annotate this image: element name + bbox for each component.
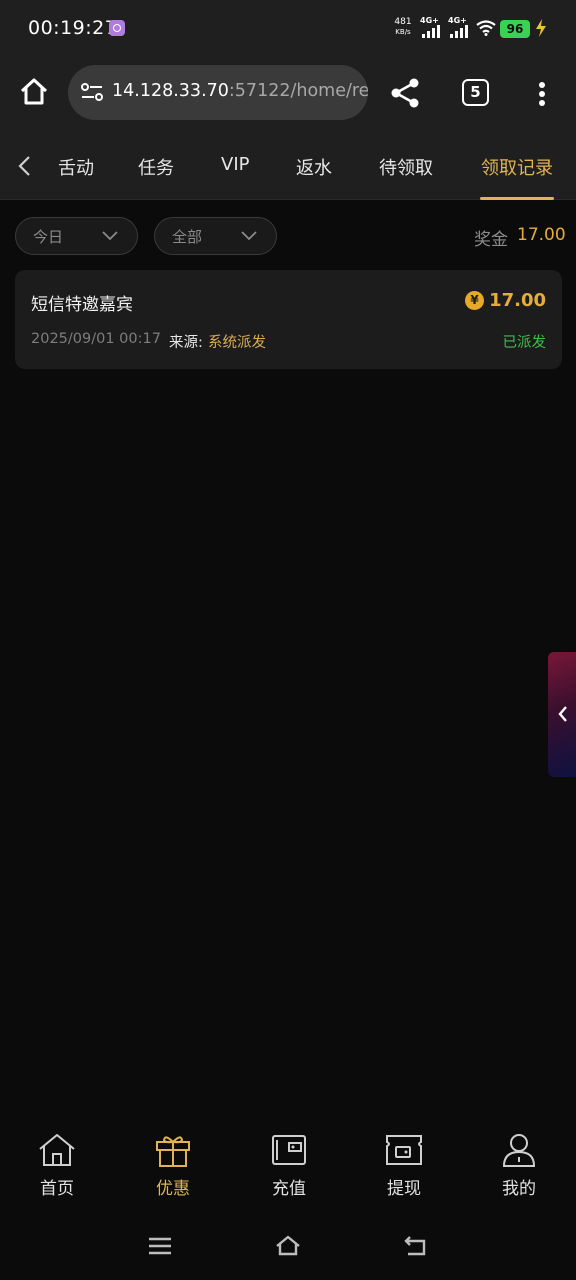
network-speed-value: 481: [394, 17, 412, 27]
bonus-total-value: 17.00: [517, 225, 566, 245]
record-title: 短信特邀嘉宾: [31, 295, 133, 315]
nav-home-label: 首页: [40, 1179, 74, 1199]
tab-claim-records[interactable]: 领取记录: [481, 154, 553, 180]
nav-promotions[interactable]: 优惠: [133, 1132, 213, 1202]
tab-tasks[interactable]: 任务: [138, 154, 174, 180]
system-navigation-bar: [0, 1210, 576, 1280]
browser-toolbar: 14.128.33.70:57122/home/reco 5: [0, 58, 576, 136]
url-host: 14.128.33.70: [112, 81, 229, 101]
wallet-icon: [272, 1135, 306, 1165]
user-icon: [502, 1134, 536, 1167]
record-card: 短信特邀嘉宾 ¥ 17.00 2025/09/01 00:17 来源: 系统派发…: [15, 270, 562, 369]
back-arrow-icon[interactable]: [14, 154, 36, 178]
signal-2-icon: 4G+: [448, 16, 472, 38]
record-source-value: 系统派发: [208, 335, 266, 351]
network-speed: 481 KB/s: [392, 17, 414, 37]
status-time: 00:19:27: [28, 17, 118, 39]
charging-icon: [536, 19, 546, 37]
type-filter-label: 全部: [172, 228, 203, 246]
date-filter-dropdown[interactable]: 今日: [15, 217, 138, 255]
nav-profile-label: 我的: [502, 1179, 536, 1199]
tab-pending[interactable]: 待领取: [379, 154, 433, 180]
bottom-navigation: 首页 优惠 充值 提现 我的: [0, 1120, 576, 1210]
bonus-total-label: 奖金: [474, 230, 508, 250]
system-back-icon[interactable]: [402, 1232, 430, 1260]
record-amount-value: 17.00: [489, 290, 546, 311]
gift-icon: [156, 1136, 190, 1167]
tab-activity[interactable]: 舌动: [58, 154, 94, 180]
tab-switcher-button[interactable]: 5: [462, 79, 489, 106]
more-menu-icon[interactable]: [530, 78, 554, 110]
signal-1-label: 4G+: [420, 16, 439, 25]
url-path: :57122/home/reco: [228, 81, 368, 101]
date-filter-label: 今日: [33, 228, 64, 246]
category-tab-bar: 舌动 任务 VIP 返水 待领取 领取记录: [0, 136, 576, 200]
nav-profile[interactable]: 我的: [479, 1132, 559, 1202]
wifi-icon: [476, 20, 496, 36]
nav-deposit[interactable]: 充值: [249, 1132, 329, 1202]
network-speed-unit: KB/s: [395, 28, 411, 36]
record-source-label: 来源:: [169, 335, 203, 351]
system-home-icon[interactable]: [274, 1232, 302, 1260]
site-settings-icon[interactable]: [80, 81, 104, 103]
browser-home-icon[interactable]: [18, 76, 50, 108]
tab-vip[interactable]: VIP: [221, 154, 249, 175]
record-amount: ¥ 17.00: [465, 290, 546, 311]
signal-1-icon: 4G+: [420, 16, 444, 38]
nav-home[interactable]: 首页: [17, 1132, 97, 1202]
chevron-down-icon: [102, 231, 118, 241]
record-status: 已派发: [502, 335, 547, 351]
nav-withdraw[interactable]: 提现: [364, 1132, 444, 1202]
type-filter-dropdown[interactable]: 全部: [154, 217, 277, 255]
tab-rebate[interactable]: 返水: [296, 154, 332, 180]
active-tab-indicator: [480, 197, 554, 200]
nav-promotions-label: 优惠: [156, 1179, 190, 1199]
app-notification-icon: [109, 20, 125, 36]
battery-indicator: 96: [500, 20, 530, 38]
nav-withdraw-label: 提现: [387, 1179, 421, 1199]
nav-deposit-label: 充值: [272, 1179, 306, 1199]
record-time: 2025/09/01 00:17: [31, 331, 161, 347]
withdraw-icon: [386, 1135, 422, 1165]
share-icon[interactable]: [388, 76, 422, 110]
home-icon: [39, 1134, 75, 1166]
side-drawer-handle[interactable]: [548, 652, 576, 777]
signal-2-label: 4G+: [448, 16, 467, 25]
url-text: 14.128.33.70:57122/home/reco: [112, 81, 368, 101]
address-bar[interactable]: 14.128.33.70:57122/home/reco: [68, 65, 368, 120]
recent-apps-icon[interactable]: [146, 1232, 174, 1260]
coin-icon: ¥: [465, 291, 485, 310]
chevron-down-icon: [241, 231, 257, 241]
status-bar: 00:19:27 481 KB/s 4G+ 4G+ 96: [0, 0, 576, 58]
chevron-left-icon: [558, 706, 567, 722]
